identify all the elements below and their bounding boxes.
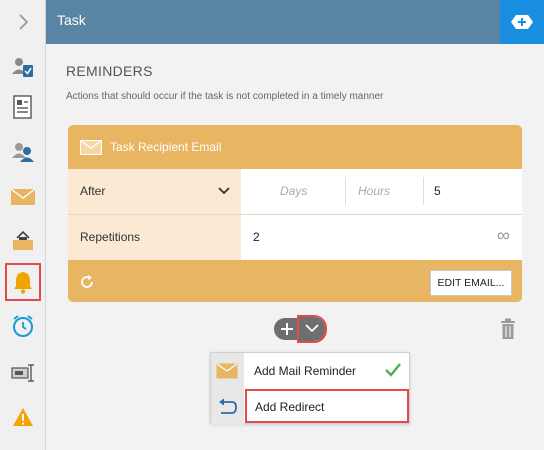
add-icon — [511, 15, 533, 29]
title-bar: Task — [46, 0, 544, 44]
hours-input[interactable]: Hours — [358, 184, 390, 198]
refresh-icon[interactable] — [79, 274, 95, 290]
reminder-bell-icon[interactable] — [4, 262, 42, 302]
field-divider — [345, 177, 346, 205]
repetitions-field: 2 ∞ — [241, 215, 522, 260]
redirect-arrow-icon — [219, 398, 237, 414]
repetitions-input[interactable]: 2 — [253, 230, 260, 244]
repetitions-label-cell: Repetitions — [68, 215, 241, 260]
mail-icon — [80, 140, 102, 155]
menu-icon-column — [211, 353, 244, 425]
mail-icon — [216, 363, 238, 379]
add-options-dropdown-button[interactable] — [297, 315, 327, 343]
expand-chevron-icon[interactable] — [0, 2, 46, 42]
infinite-toggle-icon[interactable]: ∞ — [497, 225, 510, 246]
reminders-panel: REMINDERS Actions that should occur if t… — [46, 44, 544, 450]
card-footer: EDIT EMAIL... — [68, 260, 522, 302]
section-description: Actions that should occur if the task is… — [66, 91, 384, 102]
text-field-icon[interactable] — [0, 353, 46, 393]
form-document-icon[interactable] — [0, 87, 46, 127]
chevron-down-icon — [305, 324, 319, 333]
minutes-input[interactable]: 5 — [434, 184, 441, 198]
card-title: Task Recipient Email — [110, 140, 222, 154]
add-redirect-item[interactable]: Add Redirect — [245, 389, 409, 423]
add-options-menu: Add Mail Reminder Add Redirect — [210, 352, 410, 425]
add-reminder-button[interactable] — [274, 318, 300, 340]
trash-icon[interactable] — [500, 318, 516, 340]
page-title: Task — [57, 12, 86, 28]
days-input[interactable]: Days — [280, 184, 307, 198]
add-reminder-control — [274, 315, 327, 343]
after-label: After — [80, 184, 106, 198]
add-redirect-label: Add Redirect — [255, 400, 325, 414]
repetitions-label: Repetitions — [80, 230, 141, 244]
card-header: Task Recipient Email — [68, 125, 522, 169]
reminder-card: Task Recipient Email After Days Hours 5 … — [68, 125, 522, 302]
user-task-icon[interactable] — [0, 47, 46, 87]
add-mail-reminder-item[interactable]: Add Mail Reminder — [244, 353, 410, 389]
section-title: REMINDERS — [66, 63, 153, 79]
users-group-icon[interactable] — [0, 132, 46, 172]
plus-icon — [281, 323, 293, 335]
add-button[interactable] — [500, 0, 544, 44]
chevron-down-icon — [218, 187, 230, 195]
add-mail-reminder-label: Add Mail Reminder — [254, 364, 357, 378]
after-row: After Days Hours 5 — [68, 169, 522, 214]
field-divider — [423, 177, 424, 205]
checkmark-icon — [385, 363, 401, 377]
after-select[interactable]: After — [68, 169, 241, 214]
delay-fields: Days Hours 5 — [241, 169, 522, 214]
left-rail — [0, 0, 46, 450]
warning-icon[interactable] — [0, 397, 46, 437]
inbox-tray-icon[interactable] — [0, 220, 46, 260]
repetitions-row: Repetitions 2 ∞ — [68, 215, 522, 260]
edit-email-button[interactable]: EDIT EMAIL... — [430, 270, 512, 296]
alarm-clock-icon[interactable] — [0, 306, 46, 346]
mail-icon[interactable] — [0, 177, 46, 217]
